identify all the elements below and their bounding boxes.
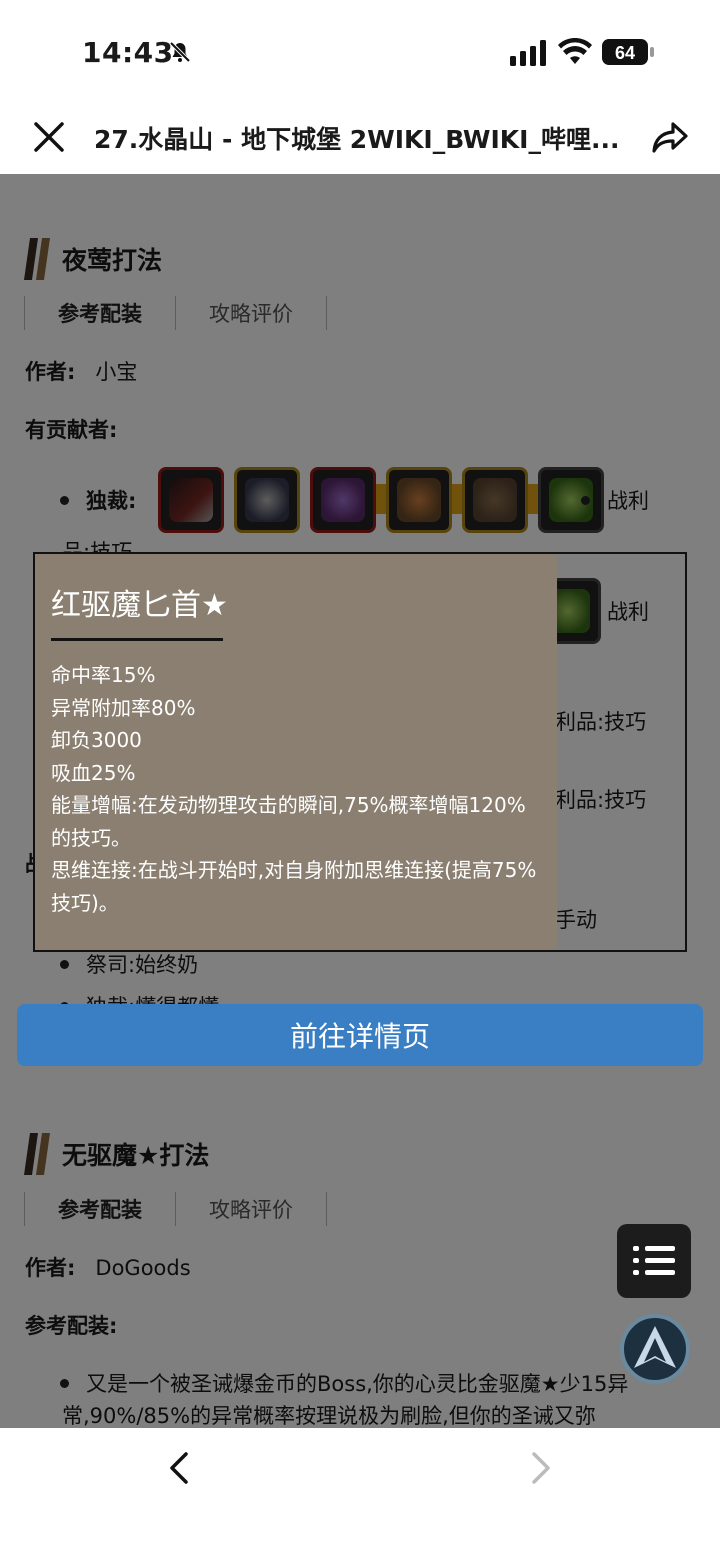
game-logo-icon[interactable] xyxy=(620,1314,690,1384)
status-time: 14:43 xyxy=(82,36,174,69)
bell-muted-icon xyxy=(169,41,191,63)
tooltip-divider xyxy=(51,638,223,641)
item-tooltip: 红驱魔匕首★ 命中率15% 异常附加率80% 卸负3000 吸血25% 能量增幅… xyxy=(35,554,557,950)
tooltip-stat: 命中率15% xyxy=(51,663,156,687)
tooltip-effect: 思维连接:在战斗开始时,对自身附加思维连接(提高75%技巧)。 xyxy=(51,858,537,915)
menu-button[interactable] xyxy=(617,1224,691,1298)
tooltip-title: 红驱魔匕首★ xyxy=(51,588,228,623)
bottom-toolbar xyxy=(0,1428,720,1564)
wifi-icon xyxy=(558,38,592,64)
tooltip-stat: 吸血25% xyxy=(51,760,136,785)
detail-page-button[interactable]: 前往详情页 xyxy=(17,1004,703,1066)
tooltip-effect: 能量增幅:在发动物理攻击的瞬间,75%概率增幅120%的技巧。 xyxy=(51,793,526,850)
forward-icon[interactable] xyxy=(522,1448,558,1488)
battery-level: 64 xyxy=(615,43,635,63)
tooltip-stat: 卸负3000 xyxy=(51,728,142,752)
battery-icon: 64 xyxy=(602,39,654,65)
share-icon[interactable] xyxy=(650,118,690,156)
tooltip-stat: 异常附加率80% xyxy=(51,695,196,720)
page-title: 27.水晶山 - 地下城堡 2WIKI_BWIKI_哔哩... xyxy=(94,125,620,154)
back-icon[interactable] xyxy=(162,1448,198,1488)
cellular-signal-icon xyxy=(510,40,546,66)
status-bar: 14:43 64 xyxy=(0,0,720,104)
close-icon[interactable] xyxy=(30,118,68,156)
